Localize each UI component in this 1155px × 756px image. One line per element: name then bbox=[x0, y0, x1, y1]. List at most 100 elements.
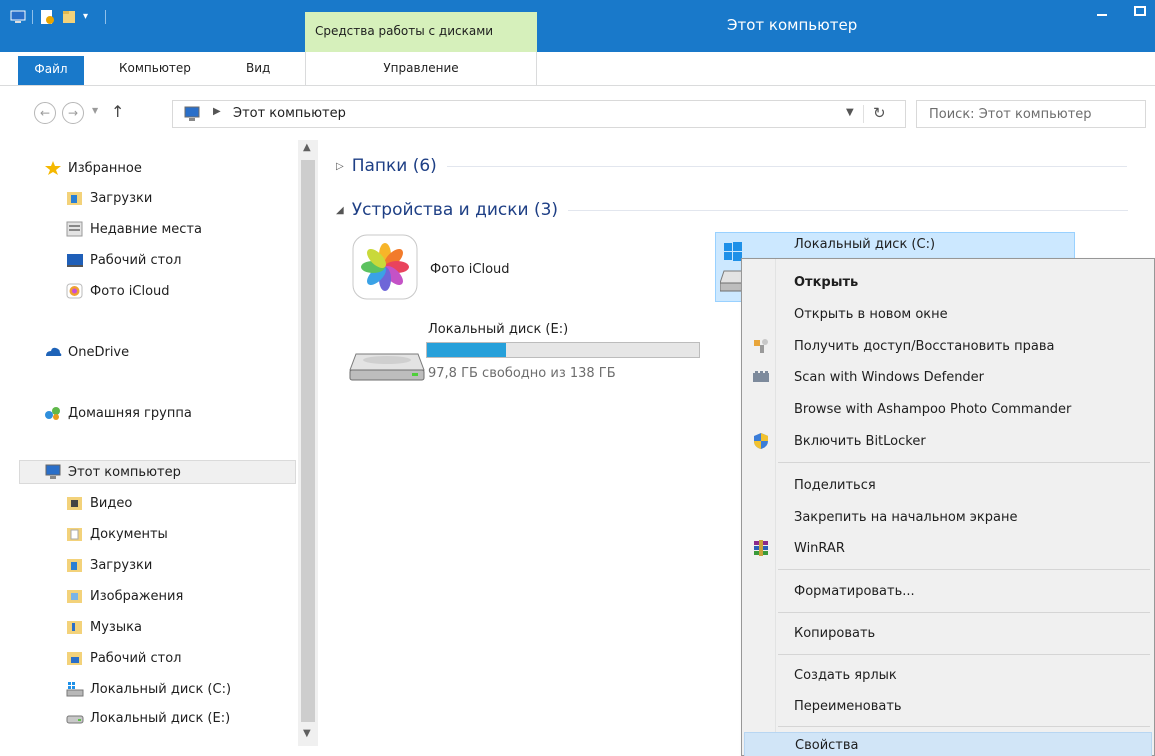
device-label-drive-e[interactable]: Локальный диск (E:) bbox=[428, 322, 568, 337]
maximize-icon[interactable] bbox=[1134, 6, 1146, 16]
video-folder-icon bbox=[66, 495, 84, 511]
nav-item-label: Избранное bbox=[68, 160, 142, 176]
icloud-photos-icon bbox=[352, 234, 418, 300]
tab-file[interactable]: Файл bbox=[18, 56, 84, 85]
menu-item-format[interactable]: Форматировать... bbox=[744, 576, 1152, 606]
menu-item-create-shortcut[interactable]: Создать ярлык bbox=[744, 660, 1152, 690]
nav-item-drive-e[interactable]: Локальный диск (E:) bbox=[66, 706, 230, 730]
recent-locations-icon[interactable]: ▼ bbox=[92, 106, 98, 115]
icloud-photos-icon bbox=[66, 283, 84, 299]
nav-item-icloud-photos[interactable]: Фото iCloud bbox=[66, 279, 170, 303]
back-button[interactable]: ← bbox=[34, 102, 56, 124]
recent-places-icon bbox=[66, 221, 84, 237]
nav-item-pictures[interactable]: Изображения bbox=[66, 584, 183, 608]
nav-item-desktop[interactable]: Рабочий стол bbox=[66, 248, 181, 272]
nav-item-drive-c[interactable]: Локальный диск (C:) bbox=[66, 677, 231, 701]
menu-item-pin-start[interactable]: Закрепить на начальном экране bbox=[744, 502, 1152, 532]
menu-item-properties[interactable]: Свойства bbox=[744, 732, 1152, 756]
nav-item-label: Рабочий стол bbox=[90, 252, 182, 268]
expand-arrow-icon[interactable]: ▷ bbox=[336, 161, 344, 172]
address-divider bbox=[863, 105, 864, 123]
menu-item-bitlocker[interactable]: Включить BitLocker bbox=[744, 426, 1152, 456]
tab-manage[interactable]: Управление bbox=[305, 52, 537, 85]
up-button[interactable]: ↑ bbox=[111, 102, 124, 121]
group-header-folders[interactable]: ▷ Папки (6) bbox=[336, 156, 1127, 176]
take-ownership-icon bbox=[752, 337, 770, 355]
group-header-label: Папки (6) bbox=[351, 156, 437, 176]
computer-icon bbox=[44, 464, 62, 480]
customize-toolbar-icon[interactable]: ▾ bbox=[83, 9, 99, 25]
nav-item-homegroup[interactable]: Домашняя группа bbox=[44, 401, 192, 425]
group-header-devices[interactable]: ◢ Устройства и диски (3) bbox=[336, 200, 1129, 220]
menu-item-copy[interactable]: Копировать bbox=[744, 618, 1152, 648]
group-divider bbox=[446, 165, 1127, 167]
nav-item-downloads[interactable]: Загрузки bbox=[66, 186, 152, 210]
scroll-thumb[interactable] bbox=[301, 160, 315, 722]
breadcrumb-chevron-icon[interactable]: ▶ bbox=[213, 106, 221, 117]
collapse-arrow-icon[interactable]: ◢ bbox=[336, 205, 344, 216]
refresh-icon[interactable]: ↻ bbox=[873, 104, 886, 122]
arrow-up-icon: ↑ bbox=[111, 102, 125, 121]
scroll-up-icon[interactable]: ▲ bbox=[303, 142, 311, 153]
drive-icon bbox=[349, 353, 425, 381]
menu-item-winrar[interactable]: WinRAR bbox=[744, 533, 1152, 563]
capacity-bar-drive-e bbox=[426, 342, 700, 358]
nav-item-label: Рабочий стол bbox=[90, 650, 182, 666]
address-bar[interactable]: ▶ Этот компьютер ▼ ↻ bbox=[172, 100, 906, 128]
nav-item-this-pc[interactable]: Этот компьютер bbox=[19, 460, 296, 484]
documents-folder-icon bbox=[66, 526, 84, 542]
properties-icon[interactable] bbox=[39, 9, 55, 25]
desktop-icon bbox=[66, 252, 84, 268]
menu-item-open-new-window[interactable]: Открыть в новом окне bbox=[744, 299, 1152, 329]
nav-item-documents[interactable]: Документы bbox=[66, 522, 168, 546]
nav-item-music[interactable]: Музыка bbox=[66, 615, 142, 639]
nav-item-label: Этот компьютер bbox=[68, 464, 181, 480]
toolbar-divider bbox=[32, 10, 33, 24]
navigation-pane: Избранное Загрузки Недавние места Рабочи… bbox=[0, 140, 318, 746]
minimize-icon[interactable] bbox=[1097, 14, 1107, 16]
computer-icon bbox=[181, 106, 203, 126]
title-bar: ▾ Средства работы с дисками Этот компьют… bbox=[0, 0, 1155, 52]
menu-item-open[interactable]: Открыть bbox=[744, 267, 1152, 297]
menu-item-ashampoo[interactable]: Browse with Ashampoo Photo Commander bbox=[744, 394, 1152, 424]
nav-item-desktop-pc[interactable]: Рабочий стол bbox=[66, 646, 181, 670]
search-box[interactable] bbox=[916, 100, 1146, 128]
tab-view[interactable]: Вид bbox=[234, 52, 282, 85]
nav-item-label: Загрузки bbox=[90, 190, 153, 206]
nav-item-downloads-pc[interactable]: Загрузки bbox=[66, 553, 152, 577]
tab-computer[interactable]: Компьютер bbox=[107, 52, 203, 85]
free-space-text: 97,8 ГБ свободно из 138 ГБ bbox=[428, 366, 616, 381]
menu-item-windows-defender[interactable]: Scan with Windows Defender bbox=[744, 362, 1152, 392]
defender-icon bbox=[752, 368, 770, 386]
device-tile-icloud[interactable] bbox=[352, 234, 422, 304]
navigation-row: ← → ▼ ↑ ▶ Этот компьютер ▼ ↻ bbox=[0, 86, 1155, 140]
nav-item-recent-places[interactable]: Недавние места bbox=[66, 217, 202, 241]
menu-separator bbox=[778, 654, 1150, 655]
address-history-chevron-icon[interactable]: ▼ bbox=[846, 107, 854, 118]
star-icon bbox=[44, 160, 62, 176]
context-menu: Открыть Открыть в новом окне Получить до… bbox=[741, 258, 1155, 756]
pictures-folder-icon bbox=[66, 588, 84, 604]
nav-item-onedrive[interactable]: OneDrive bbox=[44, 340, 129, 364]
search-input[interactable] bbox=[917, 101, 1145, 127]
new-folder-icon[interactable] bbox=[61, 9, 77, 25]
nav-item-label: OneDrive bbox=[68, 344, 130, 360]
device-tile-drive-e[interactable] bbox=[348, 336, 426, 384]
nav-item-favorites[interactable]: Избранное bbox=[44, 156, 142, 180]
menu-item-take-ownership[interactable]: Получить доступ/Восстановить права bbox=[744, 331, 1152, 361]
forward-button[interactable]: → bbox=[62, 102, 84, 124]
device-label-icloud[interactable]: Фото iCloud bbox=[430, 262, 510, 277]
nav-item-videos[interactable]: Видео bbox=[66, 491, 132, 515]
nav-item-label: Локальный диск (E:) bbox=[90, 710, 231, 726]
computer-icon[interactable] bbox=[10, 9, 26, 25]
shield-icon bbox=[752, 432, 770, 450]
menu-item-rename[interactable]: Переименовать bbox=[744, 691, 1152, 721]
downloads-folder-icon bbox=[66, 557, 84, 573]
menu-item-share[interactable]: Поделиться bbox=[744, 470, 1152, 500]
scroll-down-icon[interactable]: ▼ bbox=[303, 728, 311, 739]
system-drive-icon bbox=[66, 681, 84, 697]
breadcrumb[interactable]: Этот компьютер bbox=[233, 106, 346, 121]
nav-pane-scrollbar[interactable]: ▲ ▼ bbox=[298, 140, 318, 746]
nav-item-label: Документы bbox=[90, 526, 168, 542]
onedrive-icon bbox=[44, 344, 62, 360]
